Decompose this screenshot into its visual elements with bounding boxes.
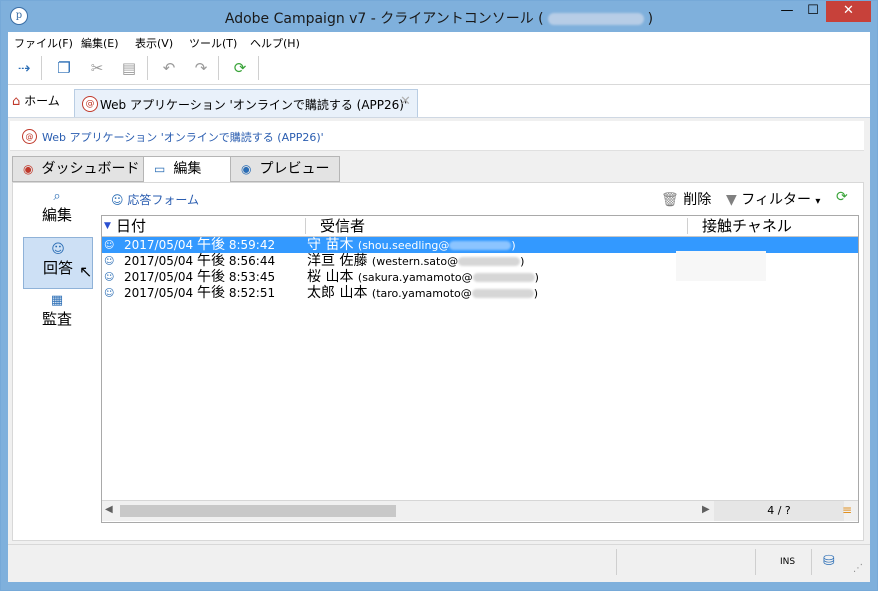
- response-icon: ☺: [104, 256, 115, 267]
- resize-grip-icon[interactable]: ⋰: [853, 563, 863, 574]
- scroll-right-icon[interactable]: ▶: [702, 504, 710, 515]
- column-divider: [305, 218, 306, 234]
- close-tab-icon[interactable]: ✕: [400, 94, 411, 109]
- status-divider: [755, 549, 756, 575]
- view-tabs: ◉ ダッシュボード ▭ 編集 ◉ プレビュー: [12, 156, 862, 183]
- sort-desc-icon: ▼: [104, 221, 111, 231]
- menu-tools[interactable]: ツール(T): [189, 35, 237, 51]
- editor-content: @ Web アプリケーション 'オンラインで購読する (APP26)' ◉ ダッシ…: [8, 118, 870, 541]
- edit-search-icon: ⌕: [53, 189, 61, 204]
- client-area: ファイル(F) 編集(E) 表示(V) ツール(T) ヘルプ(H) ⇢ ❐ ✂ …: [8, 32, 870, 582]
- main-toolbar: ⇢ ❐ ✂ ▤ ↶ ↷ ⟳: [8, 52, 870, 85]
- menu-edit[interactable]: 編集(E): [81, 35, 119, 51]
- web-app-icon: @: [22, 129, 37, 144]
- connect-icon[interactable]: ⇢: [13, 57, 35, 79]
- eye-icon: ◉: [241, 162, 252, 176]
- column-channel[interactable]: 接触チャネル: [702, 216, 792, 236]
- column-date[interactable]: 日付: [116, 216, 146, 236]
- menu-help[interactable]: ヘルプ(H): [250, 35, 300, 51]
- edit-window-icon: ▭: [154, 162, 166, 176]
- web-app-icon: @: [82, 96, 98, 112]
- response-icon: ☺: [104, 288, 115, 299]
- undo-icon[interactable]: ↶: [158, 57, 180, 79]
- document-tabs: ⌂ ホーム @ Web アプリケーション 'オンラインで購読する (APP26)…: [8, 85, 870, 118]
- horizontal-scrollbar[interactable]: ◀ ▶ 4 / ? ≡: [102, 500, 858, 521]
- database-icon: ⛁: [823, 553, 835, 569]
- response-form-icon: ☺: [111, 193, 124, 207]
- toolbar-separator: [41, 56, 42, 80]
- tab-web-application[interactable]: @ Web アプリケーション 'オンラインで購読する (APP26)' ✕: [74, 89, 418, 117]
- response-form-link[interactable]: ☺ 応答フォーム: [111, 191, 199, 208]
- table-header: ▼ 日付 受信者 接触チャネル: [102, 216, 858, 237]
- refresh-icon[interactable]: ⟳: [229, 57, 251, 79]
- responses-icon: ☺: [51, 242, 65, 257]
- redacted-domain: [449, 240, 512, 250]
- filter-icon: ▼: [726, 192, 737, 208]
- response-icon: ☺: [104, 240, 115, 251]
- sidebar-item-edit[interactable]: ⌕ 編集: [23, 185, 91, 235]
- scroll-thumb[interactable]: [120, 505, 396, 517]
- window-title: Adobe Campaign v7 - クライアントコンソール (): [224, 11, 654, 27]
- redo-icon[interactable]: ↷: [190, 57, 212, 79]
- sidebar-item-audit[interactable]: ▦ 監査: [23, 289, 91, 339]
- scroll-left-icon[interactable]: ◀: [105, 504, 113, 515]
- tab-preview[interactable]: ◉ プレビュー: [230, 156, 340, 182]
- tab-edit[interactable]: ▭ 編集: [143, 156, 231, 183]
- audit-icon: ▦: [50, 293, 64, 308]
- toolbar-separator: [258, 56, 259, 80]
- paste-icon[interactable]: ▤: [118, 57, 140, 79]
- menu-view[interactable]: 表示(V): [135, 35, 173, 51]
- responses-toolbar: ☺ 応答フォーム 🗑 削除 ▼ フィルター ▾ ⟳: [101, 187, 857, 211]
- minimize-button[interactable]: —: [774, 1, 800, 22]
- redacted-domain: [458, 256, 521, 266]
- copy-icon[interactable]: ❐: [53, 57, 75, 79]
- menu-file[interactable]: ファイル(F): [14, 35, 73, 51]
- refresh-list-icon[interactable]: ⟳: [836, 189, 848, 205]
- page-indicator: 4 / ?: [714, 501, 844, 521]
- status-divider: [811, 549, 812, 575]
- filter-button[interactable]: ▼ フィルター ▾: [726, 189, 820, 209]
- dashboard-icon: ◉: [23, 162, 34, 176]
- redacted-user: [547, 13, 644, 25]
- table-row[interactable]: ☺ 2017/05/04 午後 8:52:51 太郎 山本 (taro.yama…: [102, 285, 858, 301]
- delete-button[interactable]: 🗑 削除: [661, 189, 711, 209]
- toolbar-separator: [147, 56, 148, 80]
- home-icon: ⌂: [12, 94, 21, 109]
- column-recipient[interactable]: 受信者: [320, 216, 365, 236]
- insert-mode-indicator: INS: [780, 557, 796, 567]
- breadcrumb: @ Web アプリケーション 'オンラインで購読する (APP26)': [10, 121, 864, 151]
- close-window-button[interactable]: ✕: [826, 1, 871, 22]
- channel-cell-placeholder: [676, 251, 766, 281]
- toolbar-separator: [218, 56, 219, 80]
- menu-bar: ファイル(F) 編集(E) 表示(V) ツール(T) ヘルプ(H): [8, 32, 870, 52]
- title-bar[interactable]: p Adobe Campaign v7 - クライアントコンソール () — ☐…: [1, 1, 877, 32]
- tab-home[interactable]: ⌂ ホーム: [12, 92, 60, 109]
- column-divider: [687, 218, 688, 234]
- response-icon: ☺: [104, 272, 115, 283]
- maximize-button[interactable]: ☐: [800, 1, 826, 22]
- mouse-cursor-icon: ↖: [79, 262, 93, 281]
- redacted-domain: [472, 272, 535, 282]
- application-window: p Adobe Campaign v7 - クライアントコンソール () — ☐…: [0, 0, 878, 591]
- filter-dropdown-icon[interactable]: ▾: [815, 196, 820, 207]
- status-bar: INS ⛁ ⋰: [8, 544, 870, 581]
- redacted-domain: [471, 288, 534, 298]
- tab-dashboard[interactable]: ◉ ダッシュボード: [12, 156, 144, 182]
- trash-icon: 🗑: [661, 192, 679, 208]
- status-divider: [616, 549, 617, 575]
- list-config-icon[interactable]: ≡: [842, 503, 852, 517]
- responses-table: ▼ 日付 受信者 接触チャネル ☺ 2017/05/04 午後 8:59:42 …: [101, 215, 859, 523]
- edit-panel: ⌕ 編集 ☺ 回答 ▦ 監査 ↖ ☺ 応答フォーム 🗑 削除 ▼ フィルター ▾…: [12, 182, 864, 541]
- cut-icon[interactable]: ✂: [86, 57, 108, 79]
